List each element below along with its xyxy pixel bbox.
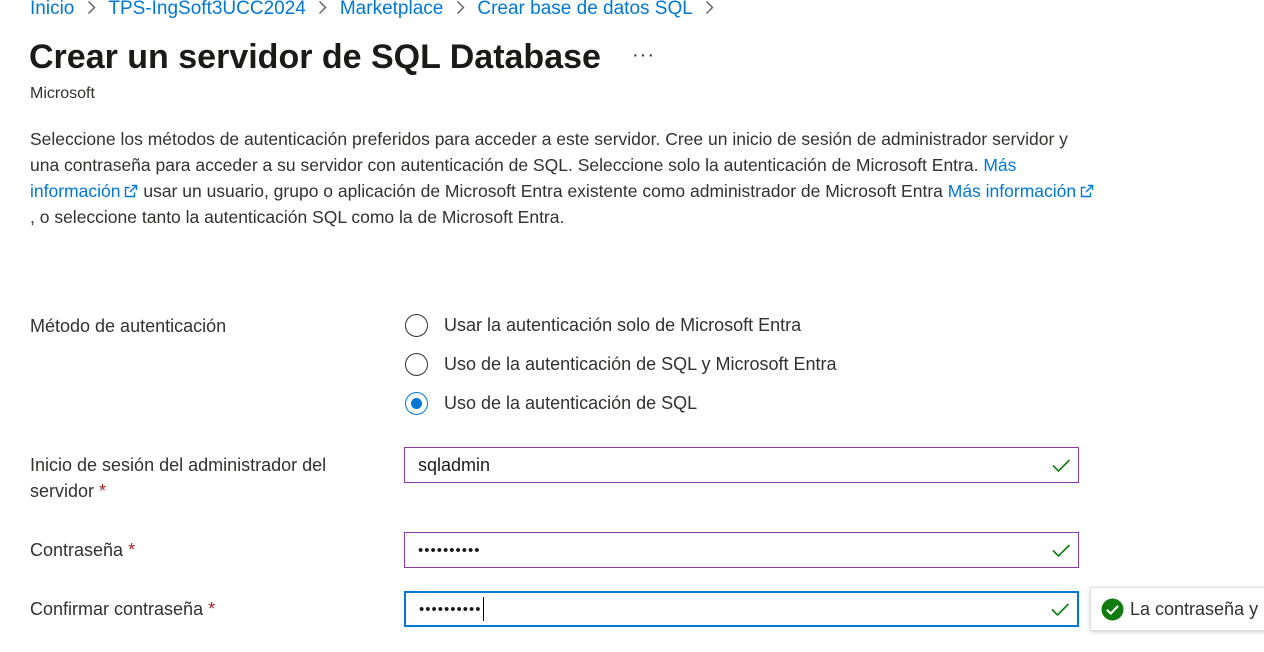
breadcrumb-inicio[interactable]: Inicio — [30, 0, 74, 20]
password-value[interactable]: •••••••••• — [405, 542, 1050, 559]
breadcrumb-marketplace[interactable]: Marketplace — [340, 0, 444, 20]
password-label-text: Contraseña — [30, 540, 124, 560]
radio-sql-only[interactable]: Uso de la autenticación de SQL — [405, 384, 837, 423]
confirm-password-label-text: Confirmar contraseña — [30, 599, 204, 619]
breadcrumb-separator — [74, 0, 108, 19]
tooltip-text: La contraseña y — [1130, 598, 1259, 619]
auth-description: Seleccione los métodos de autenticación … — [30, 126, 1100, 230]
admin-login-label-text: Inicio de sesión del administrador del s… — [30, 455, 327, 501]
more-options-button[interactable]: ··· — [632, 44, 655, 67]
publisher-subtitle: Microsoft — [30, 85, 95, 102]
external-link-icon — [125, 184, 138, 198]
success-circle-icon — [1101, 598, 1124, 620]
breadcrumb-separator — [443, 0, 477, 19]
radio-sql-and-entra[interactable]: Uso de la autenticación de SQL y Microso… — [405, 345, 837, 384]
confirm-password-value-wrap[interactable]: •••••••••• — [406, 597, 1049, 621]
radio-button-selected[interactable] — [405, 392, 428, 415]
checkmark-icon — [1052, 544, 1071, 558]
radio-button[interactable] — [405, 314, 428, 337]
confirm-password-input[interactable]: •••••••••• — [404, 591, 1079, 627]
breadcrumb-resource-group[interactable]: TPS-IngSoft3UCC2024 — [108, 0, 306, 20]
radio-label: Uso de la autenticación de SQL — [444, 393, 698, 413]
auth-method-radio-group: Usar la autenticación solo de Microsoft … — [405, 306, 837, 423]
external-link-icon — [1080, 184, 1094, 198]
radio-label: Usar la autenticación solo de Microsoft … — [444, 315, 802, 335]
radio-button[interactable] — [405, 353, 428, 376]
learn-more-link-label: Más información — [947, 181, 1077, 201]
confirm-password-label: Confirmar contraseña * — [30, 596, 215, 622]
required-indicator: * — [208, 599, 216, 619]
password-label: Contraseña * — [30, 537, 135, 563]
learn-more-link[interactable]: Más información — [948, 181, 1094, 201]
admin-login-input[interactable]: sqladmin — [404, 447, 1079, 483]
validation-tooltip: La contraseña y — [1090, 587, 1264, 631]
breadcrumb: Inicio TPS-IngSoft3UCC2024 Marketplace C… — [30, 0, 727, 21]
password-input[interactable]: •••••••••• — [404, 532, 1079, 568]
radio-label: Uso de la autenticación de SQL y Microso… — [444, 354, 837, 374]
admin-login-value[interactable]: sqladmin — [405, 455, 1050, 476]
description-text: , o seleccione tanto la autenticación SQ… — [30, 207, 565, 227]
checkmark-icon — [1051, 603, 1070, 617]
auth-method-label: Método de autenticación — [30, 316, 227, 336]
text-cursor — [482, 597, 485, 621]
breadcrumb-create-sql-db[interactable]: Crear base de datos SQL — [477, 0, 692, 20]
required-indicator: * — [128, 540, 136, 560]
description-text: Seleccione los métodos de autenticación … — [30, 129, 1068, 175]
breadcrumb-separator — [306, 0, 340, 19]
admin-login-label: Inicio de sesión del administrador del s… — [30, 452, 370, 504]
confirm-password-value: •••••••••• — [419, 600, 482, 618]
required-indicator: * — [99, 481, 107, 501]
description-text: usar un usuario, grupo o aplicación de M… — [138, 181, 948, 201]
radio-entra-only[interactable]: Usar la autenticación solo de Microsoft … — [405, 306, 837, 345]
breadcrumb-separator — [693, 0, 727, 19]
page-title: Crear un servidor de SQL Database — [29, 38, 601, 76]
checkmark-icon — [1052, 459, 1071, 473]
